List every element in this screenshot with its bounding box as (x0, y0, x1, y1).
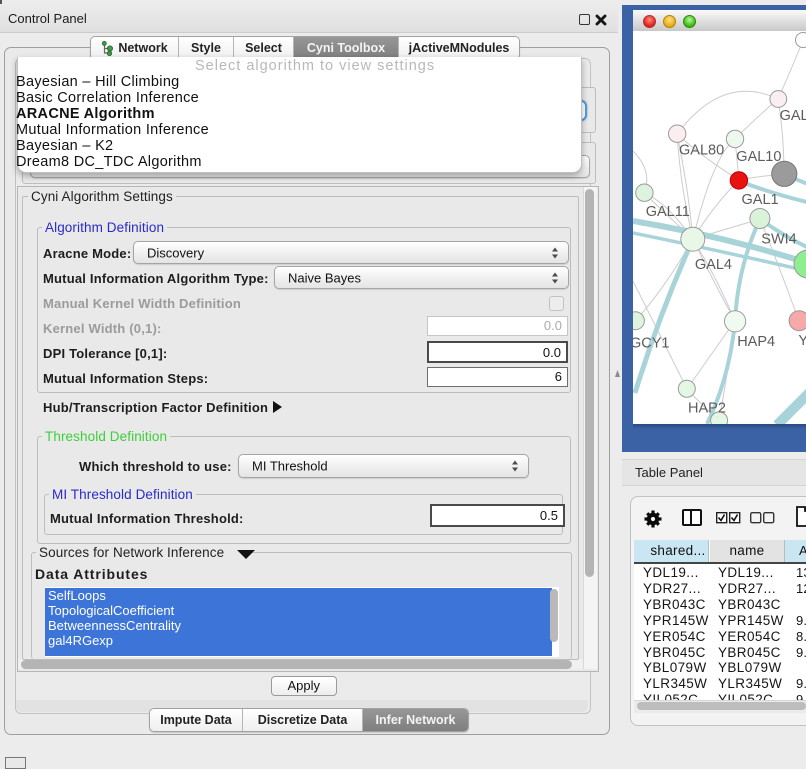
svg-text:GAL10: GAL10 (736, 149, 781, 165)
svg-text:GAL1: GAL1 (742, 192, 779, 208)
svg-text:GAL4: GAL4 (695, 257, 732, 273)
svg-text:GAL11: GAL11 (646, 204, 690, 220)
svg-text:HAP4: HAP4 (737, 334, 775, 350)
svg-text:GAL: GAL (780, 108, 806, 124)
svg-text:SWI4: SWI4 (761, 232, 796, 248)
svg-text:Y: Y (798, 333, 806, 349)
svg-text:HAP2: HAP2 (688, 401, 726, 417)
svg-text:GAL80: GAL80 (679, 143, 724, 159)
svg-text:GCY1: GCY1 (633, 336, 670, 352)
